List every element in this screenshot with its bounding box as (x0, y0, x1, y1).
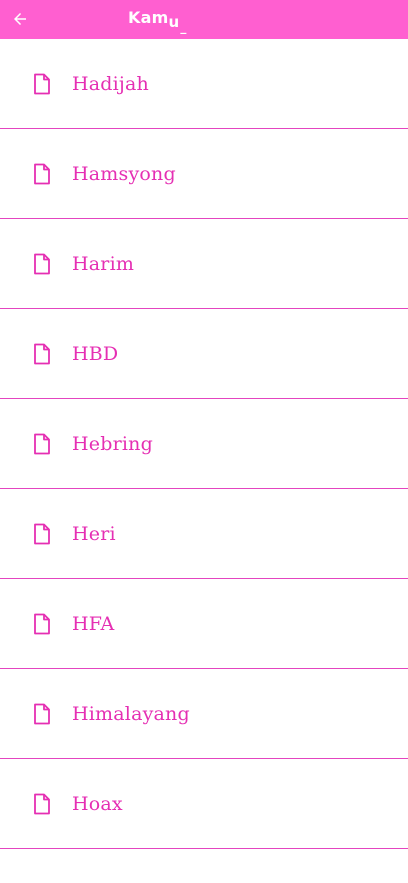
list-item-label: Harim (72, 252, 135, 275)
file-icon (31, 433, 53, 455)
file-icon (31, 343, 53, 365)
list-item[interactable]: Hamsyong (0, 129, 408, 219)
title-tail: _ (180, 20, 187, 34)
file-icon (31, 73, 53, 95)
file-icon (31, 703, 53, 725)
top-app-bar: Kamu_ (0, 0, 408, 39)
list-item[interactable]: Hoax (0, 759, 408, 849)
back-button[interactable] (10, 9, 30, 29)
list-item-label: HFA (72, 612, 115, 635)
list-item-label: Hebring (72, 432, 153, 455)
word-list: Hadijah Hamsyong Harim HBD Hebring Heri … (0, 39, 408, 849)
list-item[interactable]: Heri (0, 489, 408, 579)
list-item[interactable]: HFA (0, 579, 408, 669)
app-screen: Kamu_ Hadijah Hamsyong Harim HBD Hebring… (0, 0, 408, 883)
list-item-label: Himalayang (72, 702, 190, 725)
list-item-label: HBD (72, 342, 119, 365)
file-icon (31, 163, 53, 185)
list-item[interactable]: Hebring (0, 399, 408, 489)
file-icon (31, 793, 53, 815)
list-item[interactable]: Himalayang (0, 669, 408, 759)
page-title: Kamu_ (128, 8, 187, 34)
title-sub: u (168, 13, 180, 31)
list-item[interactable]: HBD (0, 309, 408, 399)
list-item-label: Heri (72, 522, 116, 545)
file-icon (31, 613, 53, 635)
file-icon (31, 253, 53, 275)
file-icon (31, 523, 53, 545)
list-item-label: Hadijah (72, 72, 149, 95)
list-item[interactable]: Harim (0, 219, 408, 309)
list-item[interactable]: Hadijah (0, 39, 408, 129)
list-item-label: Hamsyong (72, 162, 176, 185)
arrow-left-icon (14, 13, 26, 25)
list-item-label: Hoax (72, 792, 123, 815)
title-main: Kam (128, 8, 169, 27)
